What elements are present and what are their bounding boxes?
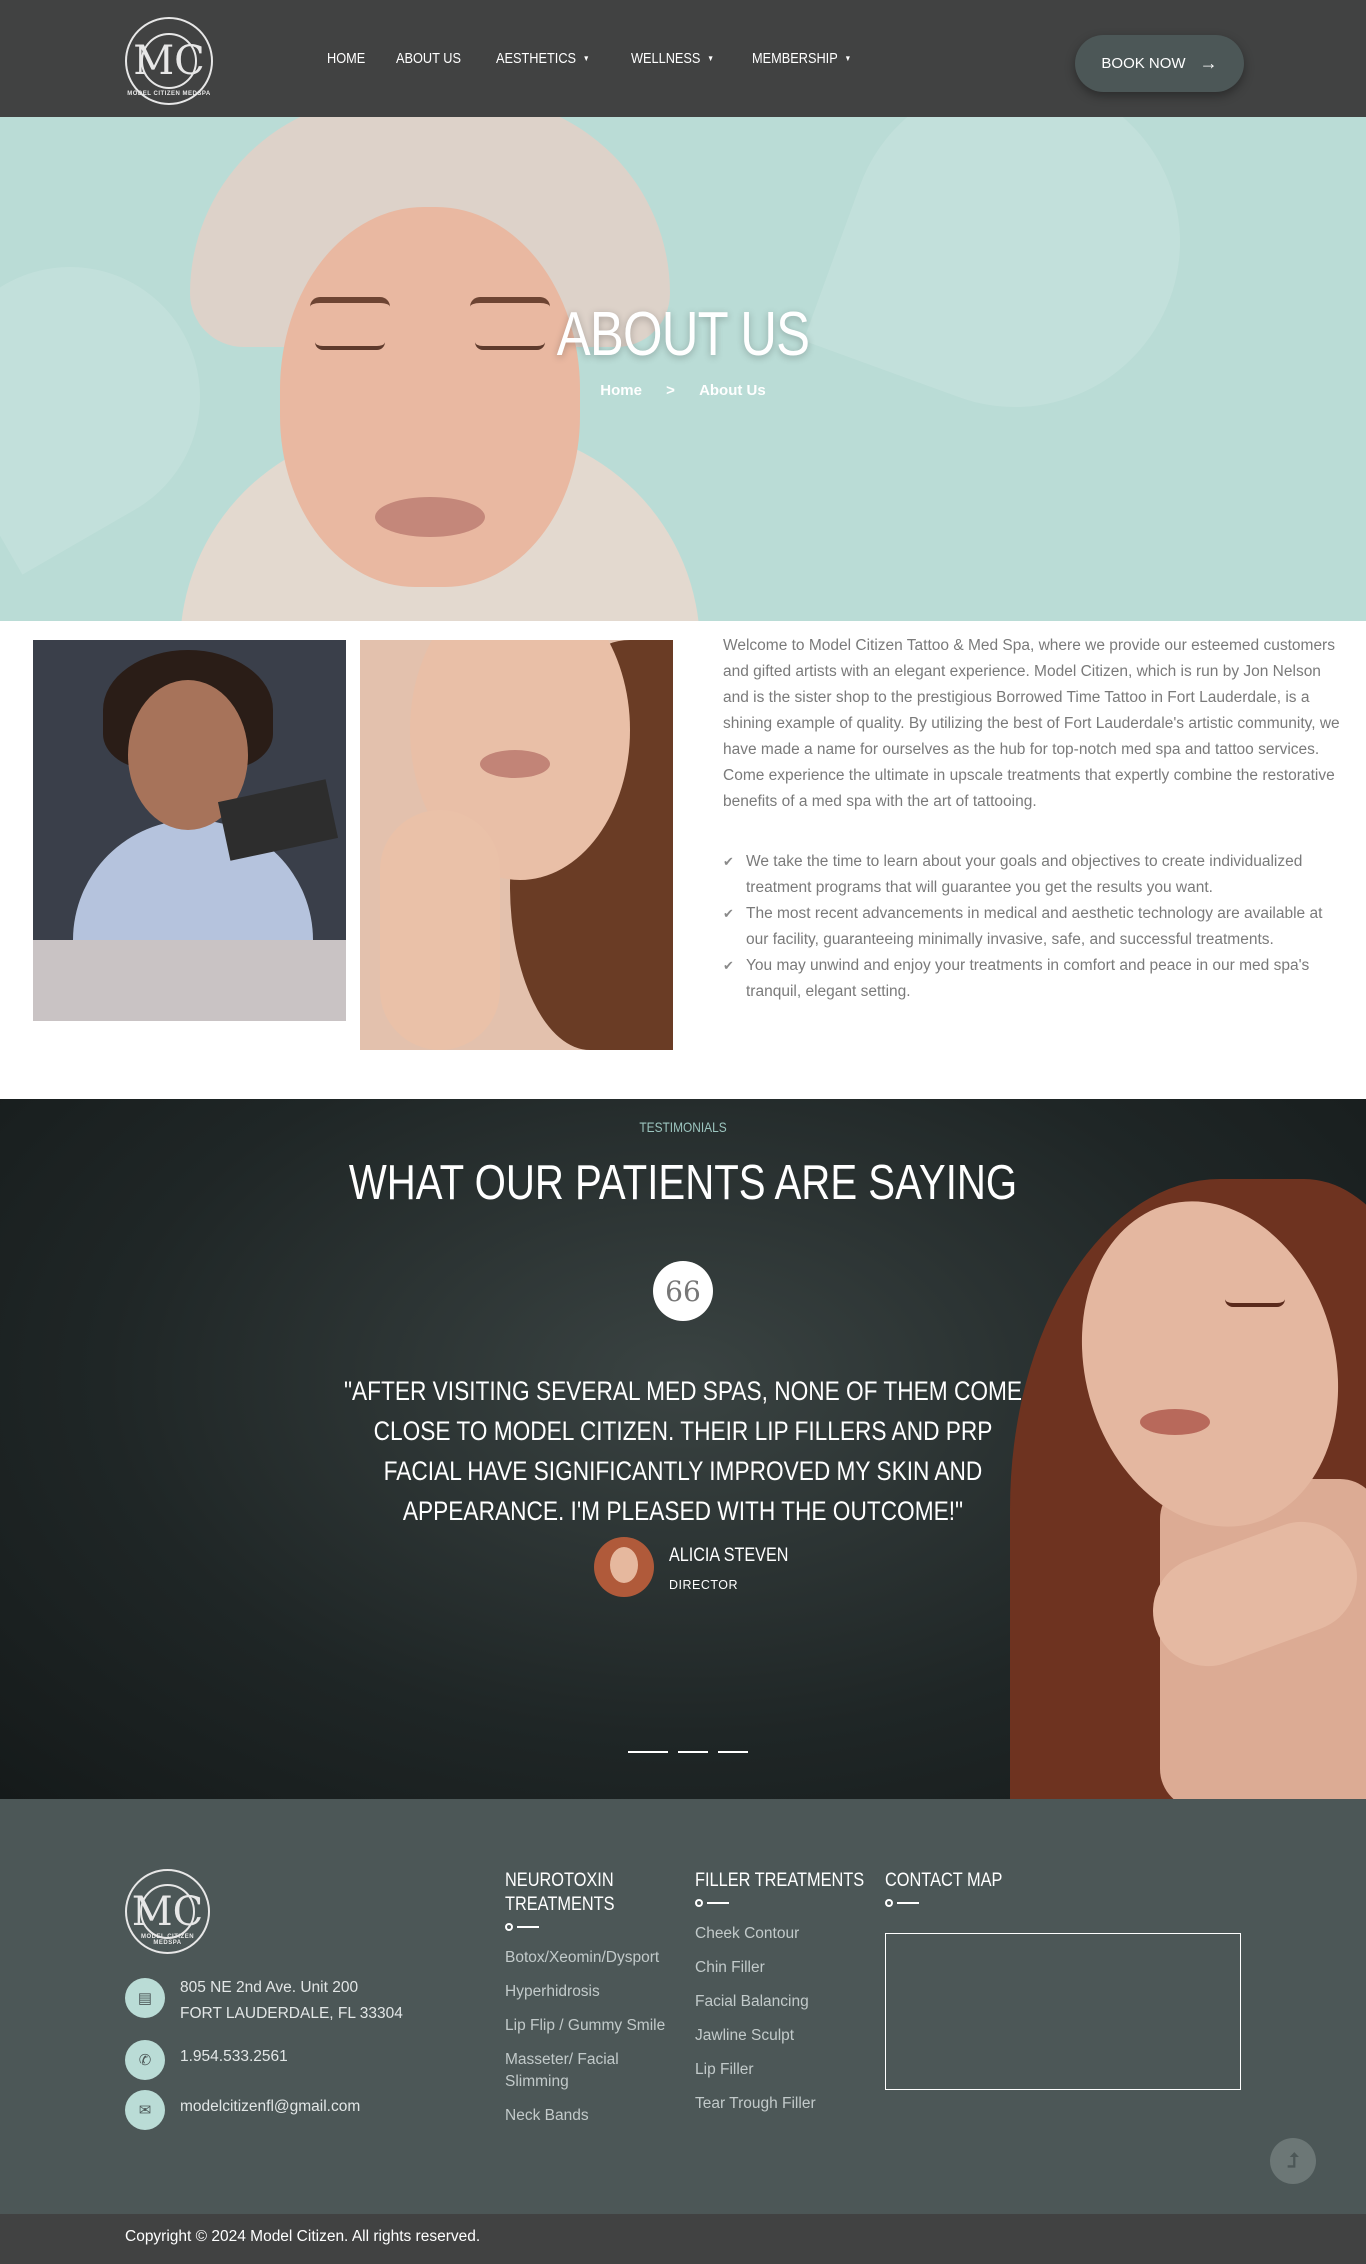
arrow-right-icon: → xyxy=(1199,53,1218,73)
testimonial-author: ALICIA STEVEN xyxy=(669,1545,789,1566)
divider xyxy=(505,1923,665,1931)
footer-neurotoxin-column: NEUROTOXIN TREATMENTS Botox/Xeomin/Dyspo… xyxy=(505,1869,665,2139)
caret-down-icon: ▼ xyxy=(583,54,590,63)
footer-link[interactable]: Botox/Xeomin/Dysport xyxy=(505,1947,665,1969)
testimonials-section: TESTIMONIALS WHAT OUR PATIENTS ARE SAYIN… xyxy=(0,1099,1366,1799)
about-photo-makeup xyxy=(33,640,346,1021)
avatar xyxy=(594,1537,654,1597)
contact-map[interactable] xyxy=(885,1933,1241,2090)
list-item: ✔ We take the time to learn about your go… xyxy=(723,849,1343,901)
contact-phone[interactable]: ✆ 1.954.533.2561 xyxy=(125,2040,288,2080)
main-nav: HOME ABOUT US AESTHETICS ▼ WELLNESS ▼ MEMB… xyxy=(327,50,893,67)
site-footer: MC MODEL CITIZEN MEDSPA ▤ 805 NE 2nd Ave… xyxy=(0,1799,1366,2214)
page-hero: ABOUT US Home > About Us xyxy=(0,117,1366,621)
book-now-button[interactable]: BOOK NOW → xyxy=(1075,35,1244,92)
divider xyxy=(695,1899,892,1907)
logo-text: MODEL CITIZEN MEDSPA xyxy=(127,91,211,97)
footer-logo[interactable]: MC MODEL CITIZEN MEDSPA xyxy=(125,1869,210,1954)
footer-link[interactable]: Facial Balancing xyxy=(695,1991,892,2013)
caret-down-icon: ▼ xyxy=(844,54,852,63)
footer-filler-column: FILLER TREATMENTS Cheek Contour Chin Fil… xyxy=(695,1869,892,2127)
footer-link[interactable]: Neck Bands xyxy=(505,2105,665,2127)
footer-map-column: CONTACT MAP xyxy=(885,1869,1022,1907)
breadcrumb-current: About Us xyxy=(699,382,766,399)
nav-home[interactable]: HOME xyxy=(327,50,365,67)
logo-mark: MC xyxy=(133,38,205,84)
nav-about-us[interactable]: ABOUT US xyxy=(396,50,461,67)
slider-dot[interactable] xyxy=(718,1751,748,1753)
footer-link[interactable]: Lip Filler xyxy=(695,2059,892,2081)
footer-link[interactable]: Tear Trough Filler xyxy=(695,2093,892,2115)
section-eyebrow: TESTIMONIALS xyxy=(639,1119,727,1135)
scroll-to-top-button[interactable]: ⮥ xyxy=(1270,2138,1316,2184)
footer-link[interactable]: Lip Flip / Gummy Smile xyxy=(505,2015,665,2037)
footer-link[interactable]: Cheek Contour xyxy=(695,1923,892,1945)
slider-dot[interactable] xyxy=(628,1751,668,1753)
check-icon: ✔ xyxy=(723,958,734,973)
copyright-bar: Copyright © 2024 Model Citizen. All righ… xyxy=(0,2214,1366,2264)
footer-link[interactable]: Masseter/ Facial Slimming xyxy=(505,2049,645,2093)
nav-aesthetics[interactable]: AESTHETICS ▼ xyxy=(496,50,590,67)
footer-link[interactable]: Chin Filler xyxy=(695,1957,892,1979)
phone-icon: ✆ xyxy=(125,2040,165,2080)
check-icon: ✔ xyxy=(723,906,734,921)
quote-icon: 66 xyxy=(653,1261,713,1321)
about-benefits-list: ✔ We take the time to learn about your go… xyxy=(723,849,1343,1005)
about-photo-portrait xyxy=(360,640,673,1050)
breadcrumb-separator: > xyxy=(666,382,675,399)
caret-down-icon: ▼ xyxy=(706,54,714,63)
site-header: MC MODEL CITIZEN MEDSPA HOME ABOUT US AE… xyxy=(0,0,1366,117)
column-title: FILLER TREATMENTS xyxy=(695,1870,865,1891)
testimonial-quote: "AFTER VISITING SEVERAL MED SPAS, NONE O… xyxy=(343,1376,1023,1526)
column-title: NEUROTOXIN TREATMENTS xyxy=(505,1870,615,1915)
breadcrumb: Home > About Us xyxy=(0,382,1366,399)
site-logo[interactable]: MC MODEL CITIZEN MEDSPA xyxy=(125,17,213,105)
list-item: ✔ You may unwind and enjoy your treatment… xyxy=(723,953,1343,1005)
divider xyxy=(885,1899,1022,1907)
testimonial-role: DIRECTOR xyxy=(669,1578,739,1592)
footer-link[interactable]: Hyperhidrosis xyxy=(505,1981,665,2003)
envelope-icon: ✉ xyxy=(125,2090,165,2130)
contact-address: ▤ 805 NE 2nd Ave. Unit 200 FORT LAUDERDA… xyxy=(125,1978,403,2027)
list-item: ✔ The most recent advancements in medical… xyxy=(723,901,1343,953)
breadcrumb-home-link[interactable]: Home xyxy=(600,382,642,399)
contact-email[interactable]: ✉ modelcitizenfl@gmail.com xyxy=(125,2090,360,2130)
check-icon: ✔ xyxy=(723,854,734,869)
section-title: WHAT OUR PATIENTS ARE SAYING xyxy=(348,1156,1018,1210)
page-title: ABOUT US xyxy=(556,300,810,369)
nav-wellness[interactable]: WELLNESS ▼ xyxy=(631,50,714,67)
column-title: CONTACT MAP xyxy=(885,1870,1003,1891)
footer-link[interactable]: Jawline Sculpt xyxy=(695,2025,892,2047)
nav-membership[interactable]: MEMBERSHIP ▼ xyxy=(752,50,851,67)
address-card-icon: ▤ xyxy=(125,1978,165,2018)
about-intro: Welcome to Model Citizen Tattoo & Med Sp… xyxy=(723,637,1340,810)
slider-dot[interactable] xyxy=(678,1751,708,1753)
leaf-decoration xyxy=(803,117,1227,454)
copyright-text: Copyright © 2024 Model Citizen. All righ… xyxy=(125,2228,481,2245)
slider-pagination xyxy=(628,1751,748,1753)
arrow-up-icon: ⮥ xyxy=(1287,2149,1299,2172)
